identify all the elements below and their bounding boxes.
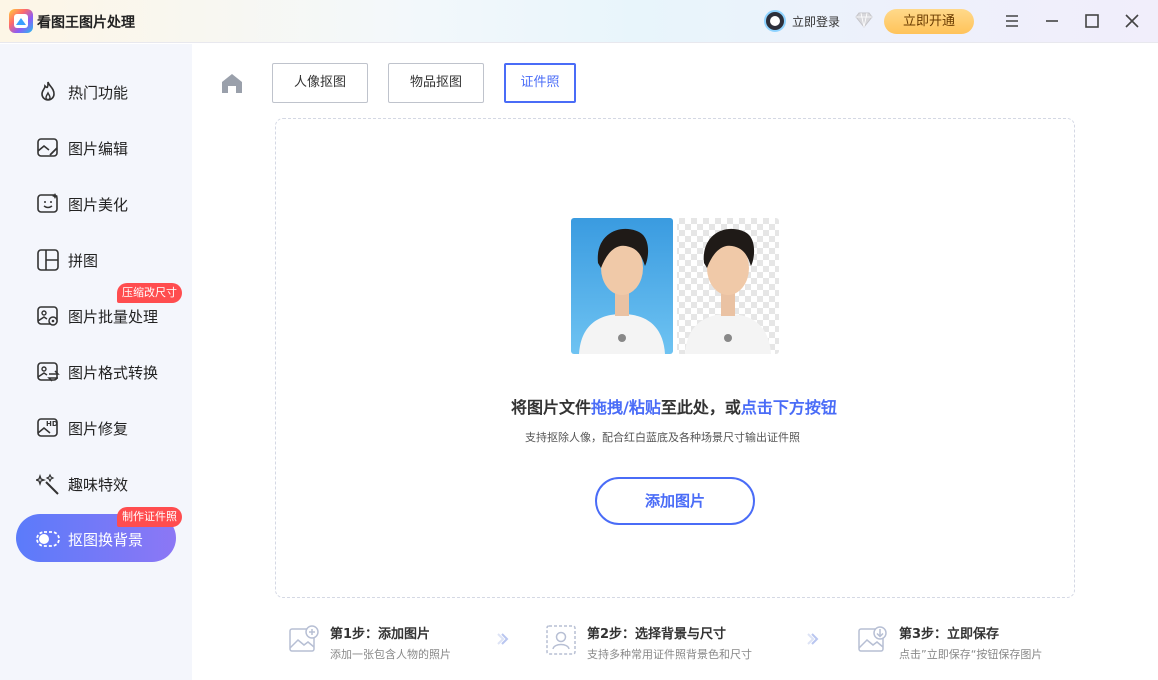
step-description: 添加一张包含人物的照片 — [330, 648, 451, 661]
headline-highlight-drag: 拖拽/粘贴 — [591, 398, 661, 417]
image-batch-icon — [37, 306, 58, 326]
login-link[interactable]: 立即登录 — [792, 13, 840, 30]
tab-id-photo[interactable]: 证件照 — [504, 63, 576, 103]
app-logo-icon — [9, 9, 33, 33]
sidebar-item-label: 图片格式转换 — [68, 364, 159, 382]
image-convert-icon — [37, 362, 60, 382]
sidebar-item-collage[interactable]: 拼图 — [16, 235, 176, 283]
chevron-right-icon — [497, 633, 509, 645]
feature-badge: 压缩改尺寸 — [117, 283, 182, 303]
feature-badge: 制作证件照 — [117, 507, 182, 527]
sidebar-item-image-repair[interactable]: HD 图片修复 — [16, 403, 176, 451]
step-title: 第2步：选择背景与尺寸 — [587, 627, 727, 642]
minimize-icon[interactable] — [1042, 11, 1062, 31]
home-icon[interactable] — [220, 72, 244, 94]
collage-icon — [37, 249, 59, 271]
magic-wand-icon — [36, 473, 59, 495]
step-description: 支持多种常用证件照背景色和尺寸 — [587, 648, 752, 661]
vip-open-button[interactable]: 立即开通 — [884, 9, 974, 34]
step-title: 第1步：添加图片 — [330, 627, 431, 642]
toggle-icon — [36, 531, 60, 547]
sidebar-item-label: 图片编辑 — [68, 140, 129, 158]
id-photo-preview-image — [571, 218, 779, 354]
sidebar-item-hot-features[interactable]: 热门功能 — [16, 67, 176, 115]
add-image-icon — [289, 625, 319, 652]
diamond-icon — [855, 12, 873, 28]
menu-icon[interactable] — [1002, 11, 1022, 31]
step-title: 第3步：立即保存 — [899, 627, 1000, 642]
image-beautify-icon — [37, 193, 58, 213]
drop-zone[interactable] — [275, 118, 1075, 598]
sidebar: 热门功能 图片编辑 图片美化 拼图 图片批量处理 压缩改尺寸 图片格式转换 HD… — [0, 44, 192, 680]
sidebar-item-image-convert[interactable]: 图片格式转换 — [16, 347, 176, 395]
headline-text: 至此处，或 — [660, 398, 741, 417]
sidebar-item-label: 图片修复 — [68, 420, 129, 438]
sidebar-item-label: 图片美化 — [68, 196, 129, 214]
drop-subtext: 支持抠除人像，配合红白蓝底及各种场景尺寸输出证件照 — [525, 431, 800, 444]
chevron-right-icon — [807, 633, 819, 645]
tab-portrait-cutout[interactable]: 人像抠图 — [272, 63, 368, 103]
sidebar-item-label: 拼图 — [68, 252, 99, 270]
step-description: 点击”立即保存“按钮保存图片 — [899, 648, 1043, 661]
flame-icon — [41, 81, 55, 101]
sidebar-item-label: 图片批量处理 — [68, 308, 159, 326]
headline-text: 将图片文件 — [511, 398, 592, 417]
sidebar-item-image-beautify[interactable]: 图片美化 — [16, 179, 176, 227]
image-edit-icon — [37, 138, 58, 157]
save-image-icon — [858, 626, 887, 652]
sidebar-item-image-edit[interactable]: 图片编辑 — [16, 123, 176, 171]
maximize-icon[interactable] — [1082, 11, 1102, 31]
image-hd-icon: HD — [37, 418, 58, 437]
portrait-icon — [546, 625, 576, 655]
sidebar-item-label: 趣味特效 — [68, 476, 129, 494]
sidebar-item-fun-effects[interactable]: 趣味特效 — [16, 459, 176, 507]
sidebar-item-label: 热门功能 — [68, 84, 129, 102]
tab-object-cutout[interactable]: 物品抠图 — [388, 63, 484, 103]
close-icon[interactable] — [1122, 11, 1142, 31]
app-title: 看图王图片处理 — [37, 15, 135, 31]
svg-text:HD: HD — [46, 420, 58, 428]
title-bar: 看图王图片处理 立即登录 立即开通 — [0, 0, 1158, 43]
sidebar-item-label: 抠图换背景 — [68, 531, 144, 549]
add-image-button[interactable]: 添加图片 — [595, 477, 755, 525]
user-avatar-icon[interactable] — [764, 10, 786, 32]
headline-highlight-button: 点击下方按钮 — [740, 398, 837, 417]
